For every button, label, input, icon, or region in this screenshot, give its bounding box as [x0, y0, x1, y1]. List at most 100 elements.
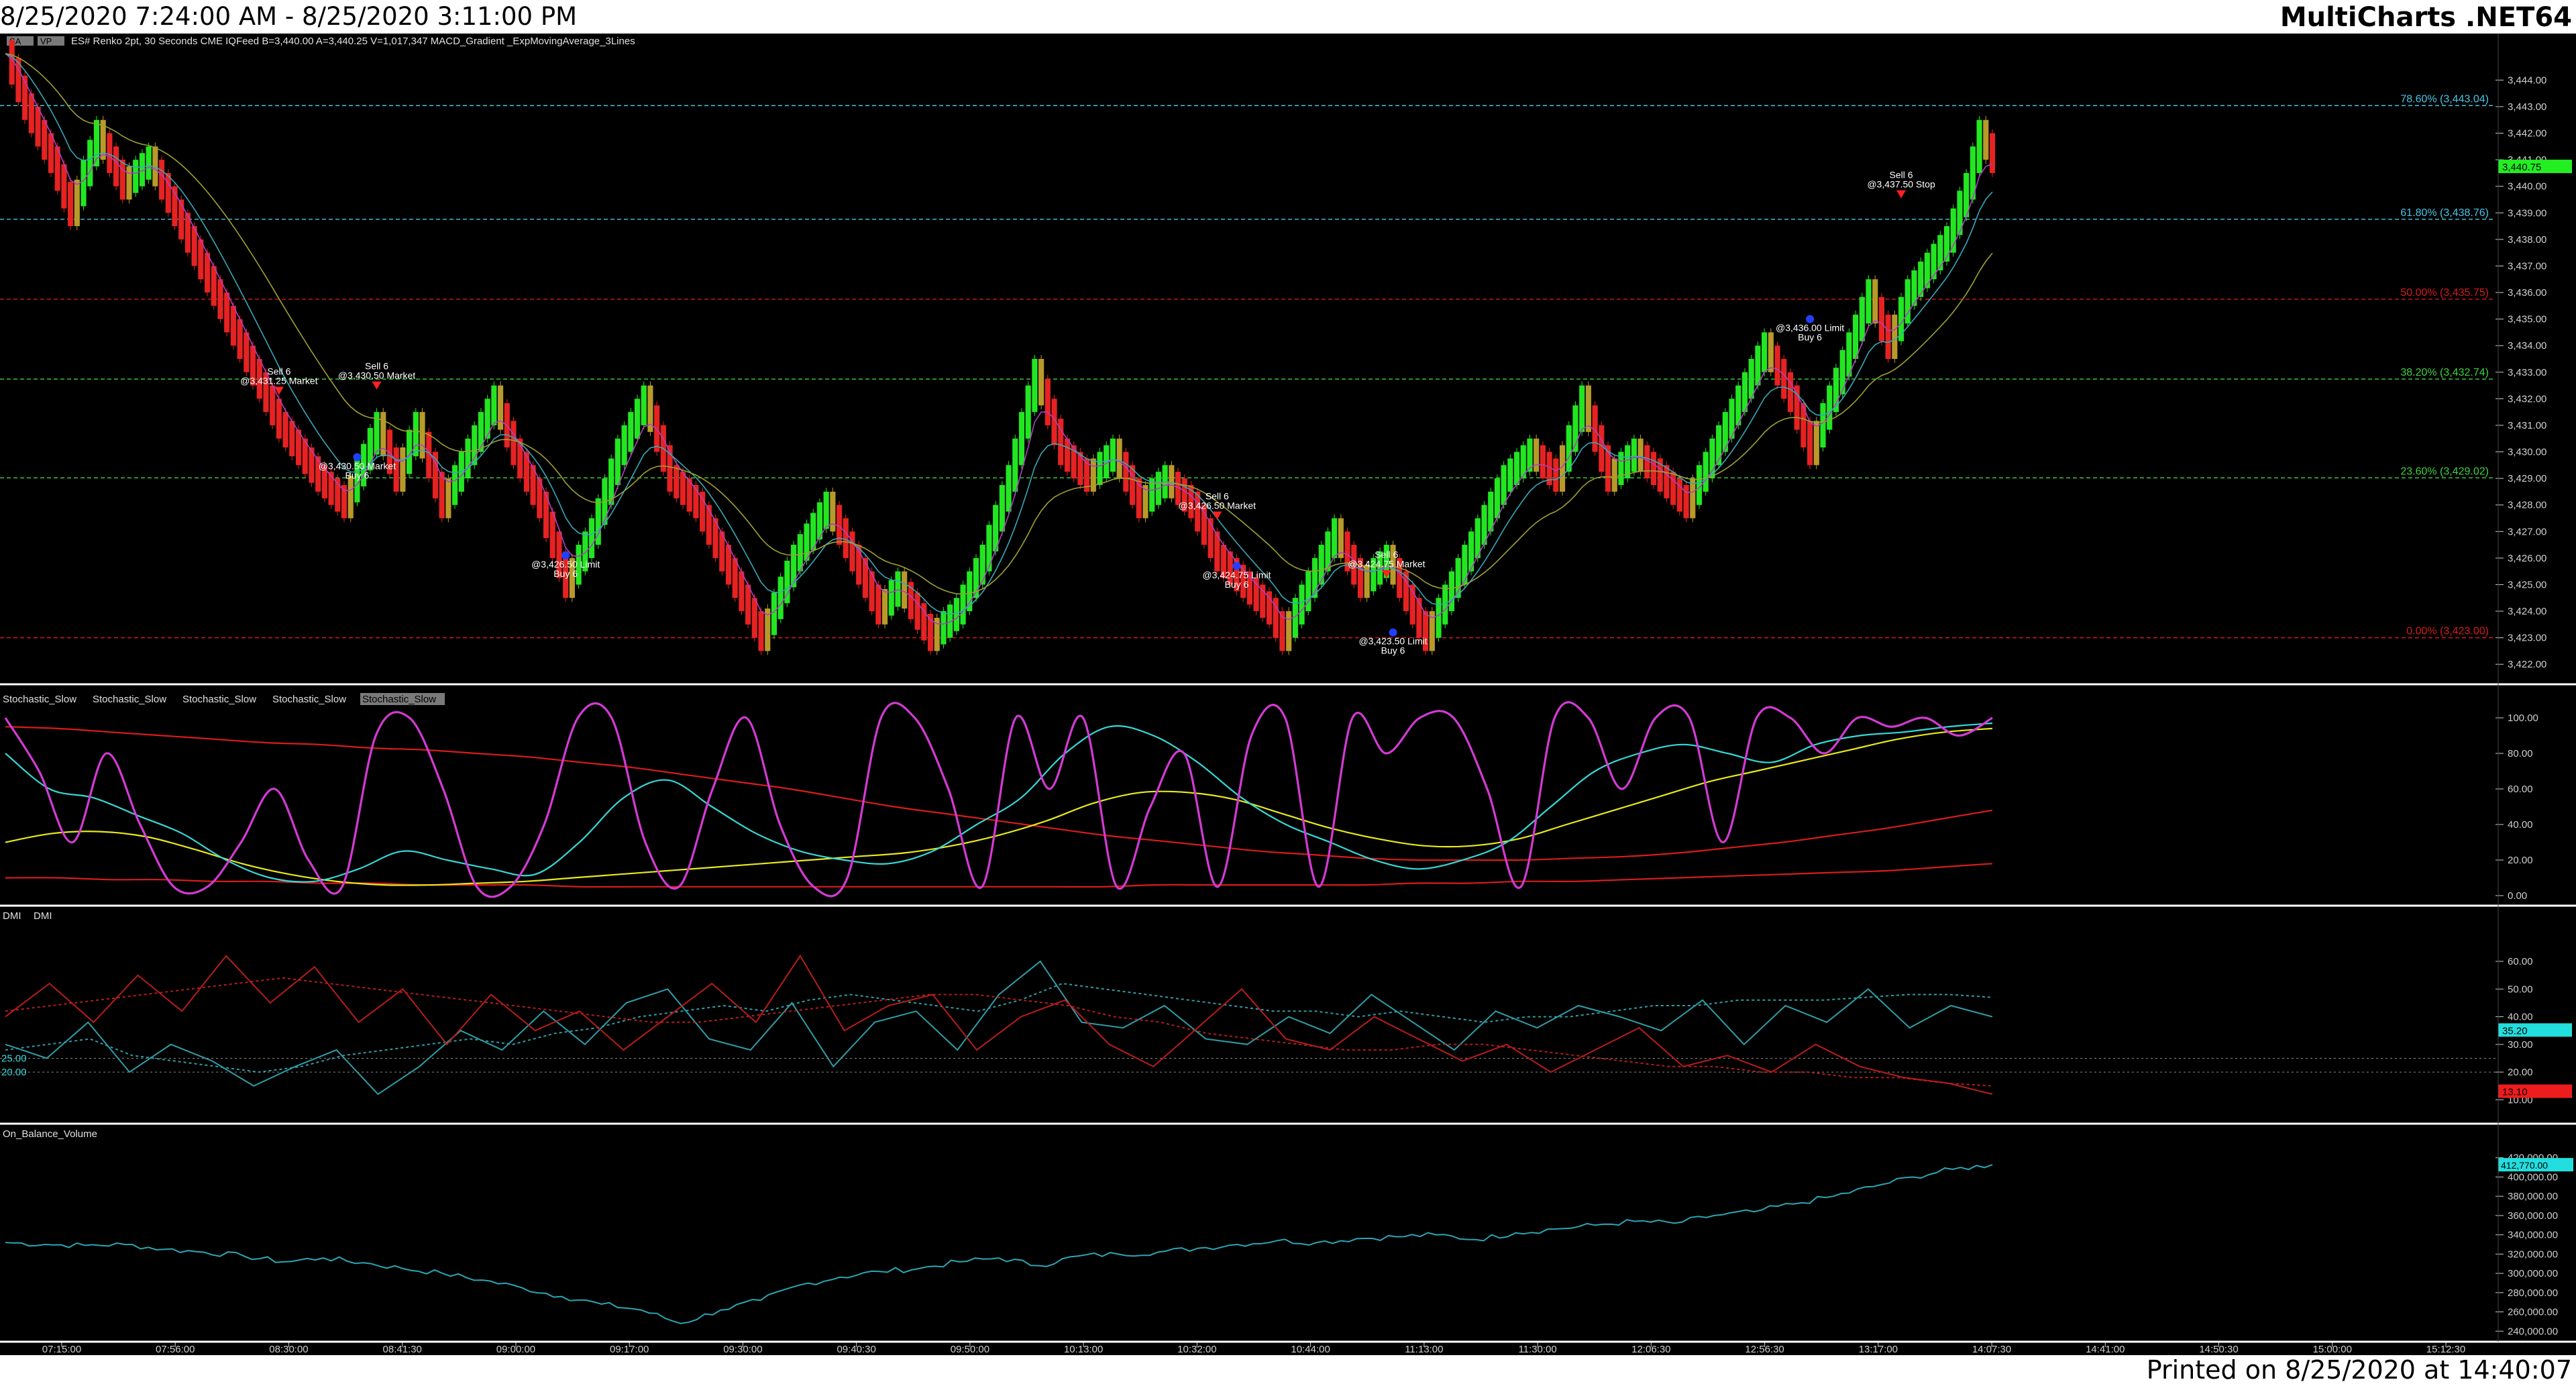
renko-brick [1513, 451, 1520, 486]
renko-brick [87, 140, 93, 186]
renko-brick [739, 571, 745, 612]
sell-marker [1896, 190, 1907, 199]
renko-brick [1534, 438, 1540, 472]
renko-brick [419, 412, 425, 459]
renko-brick [1859, 297, 1865, 341]
renko-brick [862, 557, 868, 598]
stoch-line [4, 701, 1993, 898]
fib-label: 23.60% (3,429.02) [2400, 466, 2489, 477]
renko-brick [1260, 584, 1266, 618]
renko-brick [1827, 385, 1833, 430]
renko-brick [614, 438, 621, 486]
renko-brick [1442, 584, 1448, 625]
axis-label: 3,435.00 [2508, 314, 2546, 325]
chart-canvas[interactable]: SA VP ES# Renko 2pt, 30 Seconds CME IQFeed… [0, 34, 2576, 1355]
axis-label: 0.00 [2508, 890, 2527, 902]
renko-brick [1032, 359, 1038, 413]
renko-brick [1989, 133, 1996, 173]
stoch-line [5, 726, 1993, 861]
renko-brick [289, 421, 295, 457]
axis-label: 240,000.00 [2508, 1326, 2558, 1337]
renko-brick [42, 119, 48, 160]
renko-brick [347, 476, 354, 519]
renko-brick [1318, 545, 1324, 585]
renko-brick [1462, 545, 1468, 585]
time-axis: 07:15:00 07:56:00 08:30:00 08:41:30 09:00:00… [42, 1342, 2465, 1355]
renko-brick [35, 106, 41, 147]
renko-brick [843, 518, 849, 558]
renko-brick [1553, 458, 1559, 492]
axis-label: 380,000.00 [2508, 1191, 2558, 1202]
trade-label: Buy 6 [1798, 332, 1822, 343]
renko-brick [204, 252, 211, 293]
renko-brick [237, 319, 243, 359]
axis-label: 3,427.00 [2508, 526, 2546, 537]
renko-brick [1872, 279, 1878, 324]
renko-brick [452, 465, 458, 505]
time-label: 14:41:00 [2086, 1344, 2125, 1355]
obv-panel[interactable]: On_Balance_Volume420,000.00400,000.00380… [3, 1128, 2573, 1337]
renko-brick [1676, 478, 1682, 512]
renko-brick [830, 491, 836, 532]
renko-brick [1012, 438, 1018, 492]
time-label: 09:40:30 [837, 1344, 875, 1355]
time-label: 12:56:30 [1745, 1344, 1784, 1355]
renko-brick [107, 133, 113, 173]
renko-brick [511, 421, 517, 466]
dmi-value: 35.20 [2502, 1025, 2528, 1036]
time-label: 14:07:30 [1972, 1344, 2011, 1355]
time-label: 11:13:00 [1405, 1344, 1443, 1355]
dmi-red-value: 13.10 [2502, 1087, 2528, 1098]
renko-brick [133, 160, 139, 193]
renko-brick [80, 160, 87, 207]
axis-label: 3,429.00 [2508, 473, 2546, 484]
renko-brick [1787, 372, 1794, 413]
axis-label: 3,432.00 [2508, 393, 2546, 405]
stochastic-panel[interactable]: Stochastic_Slow Stochastic_Slow Stochastic… [3, 693, 2538, 902]
renko-brick [1631, 438, 1637, 472]
renko-brick [1611, 458, 1617, 492]
axis-label: 100.00 [2508, 712, 2538, 724]
renko-brick [641, 385, 647, 425]
axis-label: 40.00 [2508, 1012, 2533, 1023]
ema-line [5, 53, 1993, 615]
axis-label: 3,442.00 [2508, 128, 2546, 140]
time-label: 07:56:00 [156, 1344, 195, 1355]
renko-brick [1116, 438, 1122, 479]
renko-brick [979, 545, 985, 585]
renko-brick [158, 160, 165, 200]
printed-timestamp: Printed on 8/25/2020 at 14:40:07 [2146, 1355, 2572, 1385]
price-panel[interactable]: SA VP ES# Renko 2pt, 30 Seconds CME IQFeed… [0, 36, 2572, 670]
renko-brick [1781, 359, 1787, 399]
dmi-line [5, 954, 1993, 1096]
fib-label: 61.80% (3,438.76) [2400, 207, 2489, 219]
dmi-panel[interactable]: DMI DMI60.0050.0040.0030.0020.0010.0025.0… [0, 910, 2572, 1106]
renko-brick [1664, 465, 1670, 498]
renko-brick [1774, 345, 1780, 386]
renko-brick [74, 179, 80, 227]
renko-brick [497, 385, 504, 430]
renko-brick [1566, 425, 1572, 472]
renko-brick [1670, 472, 1676, 505]
dmi-ref-label: 20.00 [1, 1067, 27, 1078]
renko-brick [400, 447, 406, 492]
stoch-legend: Stochastic_Slow [362, 694, 436, 705]
renko-brick [1286, 611, 1292, 651]
renko-brick [478, 412, 484, 452]
renko-brick [1488, 491, 1494, 532]
dmi-ref-label: 25.00 [1, 1053, 27, 1064]
renko-brick [1839, 350, 1845, 394]
renko-brick [1762, 332, 1768, 372]
renko-brick [413, 412, 419, 457]
renko-brick [270, 385, 276, 425]
renko-brick [700, 491, 706, 532]
renko-brick [1332, 518, 1338, 558]
renko-brick [875, 584, 881, 625]
axis-label: 50.00 [2508, 983, 2533, 995]
renko-brick [146, 146, 152, 180]
renko-brick [953, 598, 959, 631]
renko-brick [621, 425, 627, 466]
renko-brick [849, 531, 855, 572]
renko-brick [1813, 421, 1819, 466]
chart-svg[interactable]: SA VP ES# Renko 2pt, 30 Seconds CME IQFeed… [0, 34, 2576, 1355]
